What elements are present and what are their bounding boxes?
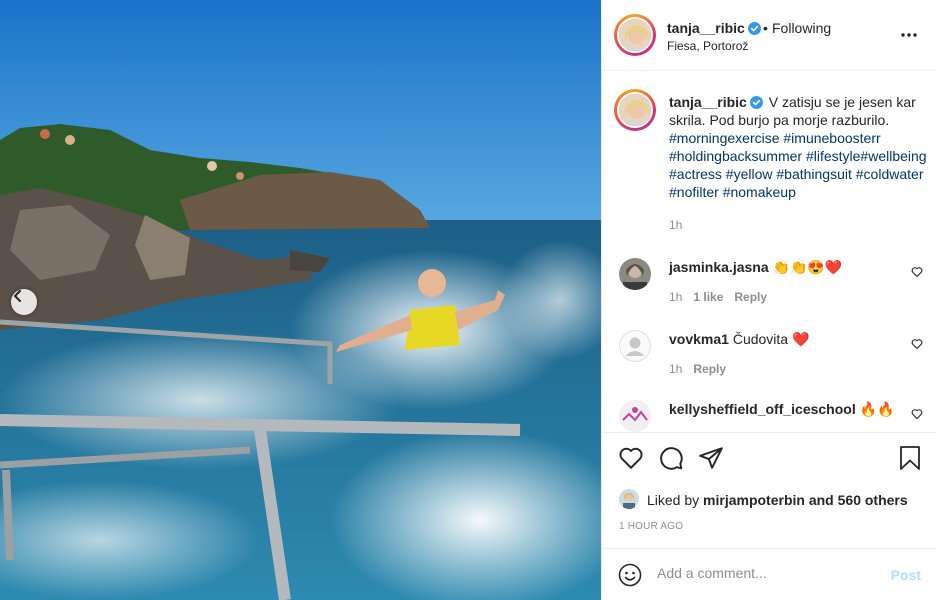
photo-image [0, 0, 601, 600]
comment-item: vovkma1 Čudovita ❤️ 1h Reply [602, 330, 936, 390]
comment-icon [660, 447, 683, 470]
post-comment-button[interactable]: Post [891, 567, 921, 583]
heart-icon [619, 447, 643, 469]
commenter-avatar[interactable] [619, 400, 651, 432]
likes-text: Liked by mirjampoterbin and 560 others [647, 492, 908, 508]
chevron-left-icon [14, 290, 21, 302]
caption-username[interactable]: tanja__ribic [669, 94, 763, 110]
commenter-avatar[interactable] [619, 330, 651, 362]
post-photo[interactable] [0, 0, 601, 600]
separator-dot: • [763, 20, 768, 36]
default-avatar-icon [619, 330, 651, 362]
verified-icon [749, 96, 763, 109]
comment-item: kellysheffield_off_iceschool 🔥🔥 [602, 400, 936, 432]
avatar[interactable] [617, 17, 653, 53]
comment-text: 🔥🔥 [859, 401, 895, 417]
comment-text: 👏👏😍❤️ [772, 259, 843, 275]
caption-avatar[interactable] [617, 92, 653, 128]
bookmark-icon [900, 446, 920, 470]
emoji-button[interactable] [618, 563, 642, 590]
heart-icon [911, 339, 923, 350]
caption-time: 1h [669, 218, 683, 232]
comments-list[interactable]: tanja__ribic V zatisju se je jesen kar s… [602, 72, 936, 432]
like-button[interactable] [618, 445, 644, 474]
comment-item: jasminka.jasna 👏👏😍❤️ 1h 1 like Reply [602, 258, 936, 318]
emoji-icon [618, 563, 642, 587]
likes-others[interactable]: and 560 others [809, 492, 908, 508]
like-comment-button[interactable] [911, 337, 923, 353]
comment-body: vovkma1 Čudovita ❤️ [669, 330, 904, 348]
author-username-text: tanja__ribic [667, 20, 745, 36]
heart-icon [911, 409, 923, 420]
comment-time: 1h [669, 362, 683, 376]
comment-input[interactable] [657, 565, 877, 581]
likes-prefix: Liked by [647, 492, 700, 508]
caption-hashtags[interactable]: #morningexercise #imuneboosterr #holding… [669, 130, 927, 200]
avatar-image [619, 489, 639, 509]
verified-icon [747, 22, 761, 35]
comment-button[interactable] [658, 445, 684, 474]
post-timestamp[interactable]: 1 HOUR AGO [619, 521, 683, 532]
add-comment-bar: Post [602, 548, 936, 600]
comment-meta: 1h 1 like Reply [669, 290, 778, 304]
comment-time: 1h [669, 290, 683, 304]
more-options-button[interactable] [901, 24, 917, 40]
reply-button[interactable]: Reply [734, 290, 767, 304]
commenter-username[interactable]: jasminka.jasna [669, 259, 769, 275]
post-caption: tanja__ribic V zatisju se je jesen kar s… [669, 93, 931, 201]
avatar-image [619, 258, 651, 290]
commenter-username[interactable]: kellysheffield_off_iceschool [669, 401, 856, 417]
location-link[interactable]: Fiesa, Portorož [667, 39, 748, 53]
like-comment-button[interactable] [911, 407, 923, 423]
comment-likes[interactable]: 1 like [693, 290, 723, 304]
comment-text: Čudovita ❤️ [732, 331, 810, 347]
share-button[interactable] [698, 445, 724, 474]
post-side-panel: tanja__ribic • Following Fiesa, Portorož… [601, 0, 936, 600]
comment-body: kellysheffield_off_iceschool 🔥🔥 [669, 400, 904, 418]
save-button[interactable] [898, 445, 922, 474]
comment-meta: 1h Reply [669, 362, 737, 376]
liker-avatar[interactable] [619, 489, 639, 509]
avatar-image [619, 400, 651, 432]
liker-username[interactable]: mirjampoterbin [703, 492, 805, 508]
comment-body: jasminka.jasna 👏👏😍❤️ [669, 258, 904, 276]
post-header: tanja__ribic • Following Fiesa, Portorož [602, 0, 936, 71]
commenter-avatar[interactable] [619, 258, 651, 290]
post-actions: Liked by mirjampoterbin and 560 others 1… [602, 432, 936, 550]
author-username[interactable]: tanja__ribic [667, 20, 761, 36]
carousel-prev-button[interactable] [11, 289, 37, 315]
caption-username-text: tanja__ribic [669, 94, 747, 110]
heart-icon [911, 267, 923, 278]
share-icon [699, 447, 723, 469]
following-button[interactable]: Following [772, 20, 831, 36]
more-icon [901, 33, 917, 37]
reply-button[interactable]: Reply [693, 362, 726, 376]
commenter-username[interactable]: vovkma1 [669, 331, 729, 347]
like-comment-button[interactable] [911, 265, 923, 281]
